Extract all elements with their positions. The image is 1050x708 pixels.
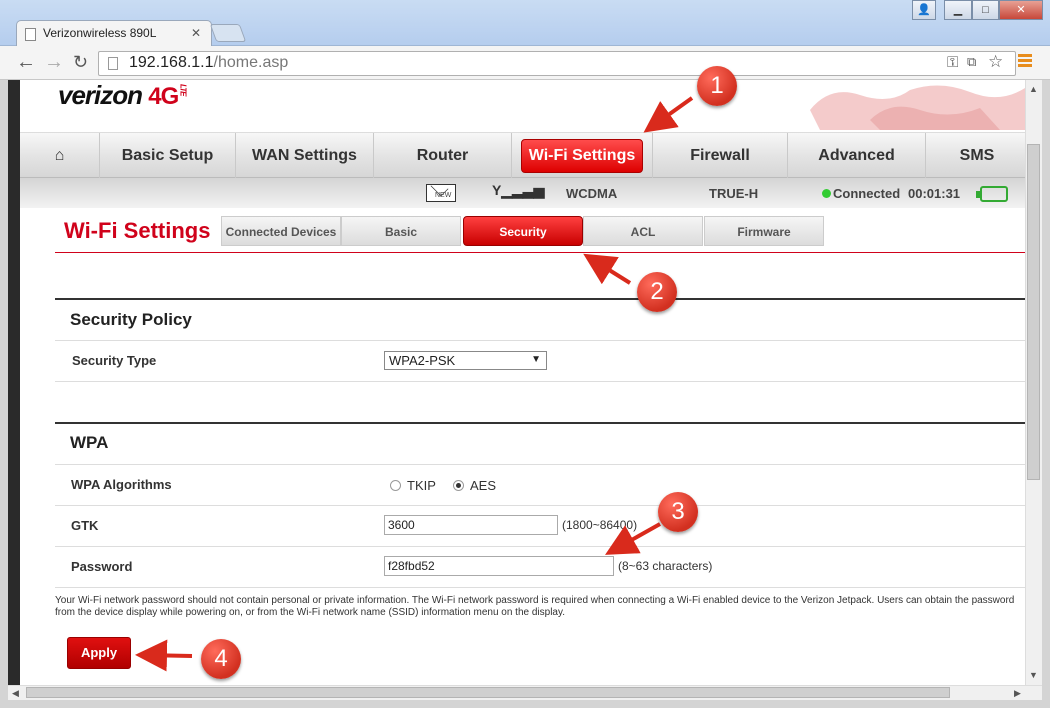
annotation-badge-2: 2: [637, 272, 677, 312]
annotation-badge-4: 4: [201, 639, 241, 679]
annotation-arrows: [135, 96, 694, 672]
annotation-badge-1: 1: [697, 66, 737, 106]
annotation-badge-3: 3: [658, 492, 698, 532]
